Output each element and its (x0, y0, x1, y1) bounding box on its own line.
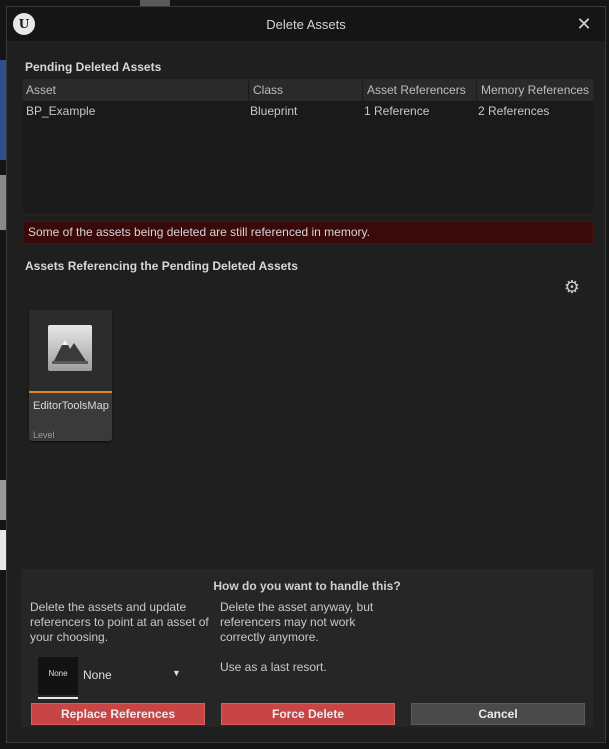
referencing-section-title: Assets Referencing the Pending Deleted A… (25, 259, 298, 273)
memory-reference-warning: Some of the assets being deleted are sti… (23, 221, 593, 244)
column-header-asset-referencers[interactable]: Asset Referencers (364, 79, 477, 101)
dialog-title: Delete Assets (266, 17, 346, 32)
force-note: Use as a last resort. (220, 660, 327, 674)
pending-assets-table: Asset Class Asset Referencers Memory Ref… (23, 79, 593, 213)
asset-type-color-bar (29, 391, 112, 393)
delete-assets-dialog: U Delete Assets ✕ Pending Deleted Assets… (6, 6, 606, 743)
force-description: Delete the asset anyway, but referencers… (220, 600, 374, 644)
table-row[interactable]: BP_Example Blueprint 1 Reference 2 Refer… (23, 101, 593, 121)
replace-description: Delete the assets and update referencers… (30, 600, 209, 644)
cancel-button[interactable]: Cancel (411, 703, 585, 725)
table-header: Asset Class Asset Referencers Memory Ref… (23, 79, 593, 101)
column-header-memory-references[interactable]: Memory References (478, 79, 593, 101)
picker-value: None (83, 668, 112, 682)
asset-name: EditorToolsMap (33, 400, 109, 412)
gear-icon[interactable]: ⚙ (562, 277, 582, 297)
handling-question: How do you want to handle this? (213, 579, 401, 593)
cell-asset-referencers: 1 Reference (364, 104, 430, 118)
replacement-asset-picker[interactable]: None None ▼ (38, 657, 188, 699)
force-delete-button[interactable]: Force Delete (221, 703, 395, 725)
cell-asset: BP_Example (26, 104, 96, 118)
asset-type-label: Level (33, 430, 55, 440)
handling-panel: How do you want to handle this? Delete t… (21, 569, 593, 727)
picker-thumbnail[interactable]: None (38, 657, 78, 695)
cell-memory-references: 2 References (478, 104, 550, 118)
level-map-icon (48, 325, 92, 371)
chevron-down-icon[interactable]: ▼ (172, 668, 181, 678)
asset-tile-editortoolsmap[interactable]: EditorToolsMap Level (29, 310, 112, 441)
column-header-class[interactable]: Class (250, 79, 363, 101)
replace-references-button[interactable]: Replace References (31, 703, 205, 725)
pending-section-title: Pending Deleted Assets (25, 60, 162, 74)
title-bar[interactable]: U Delete Assets ✕ (7, 7, 605, 41)
asset-thumbnail (29, 310, 112, 391)
picker-thumbnail-underline (38, 697, 78, 699)
close-icon[interactable]: ✕ (573, 13, 595, 35)
cell-class: Blueprint (250, 104, 298, 118)
column-header-asset[interactable]: Asset (23, 79, 249, 101)
